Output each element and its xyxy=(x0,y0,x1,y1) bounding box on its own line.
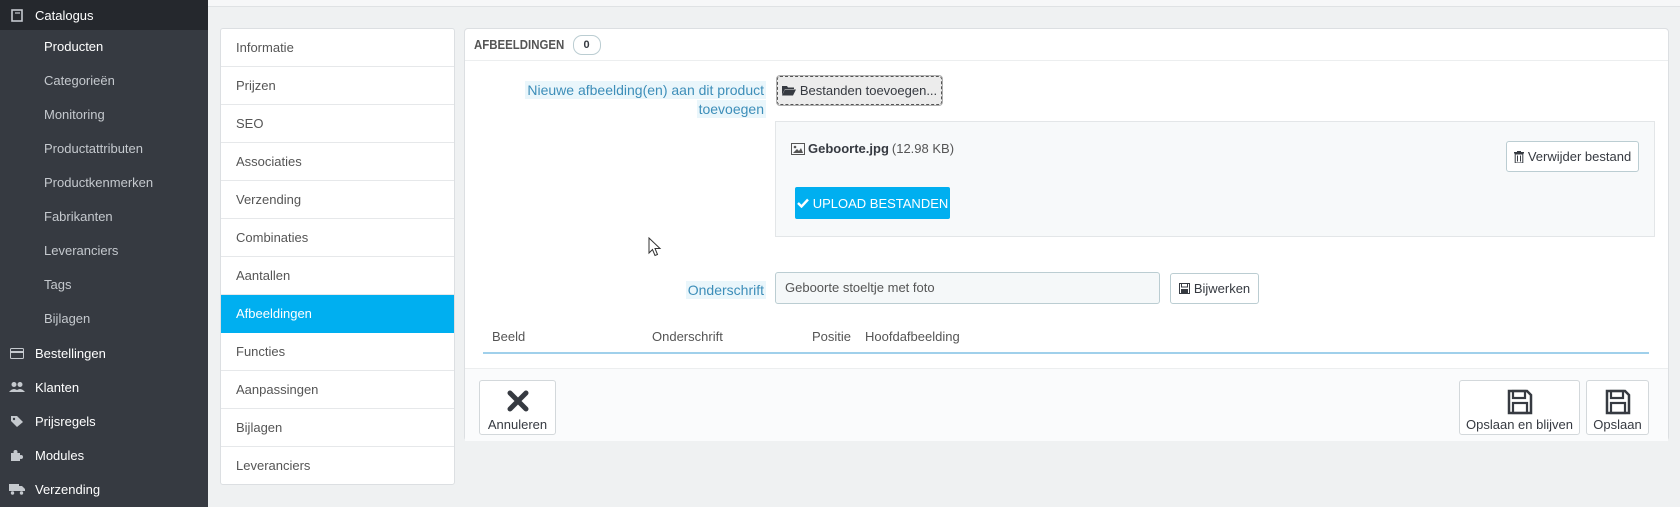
remove-file-label: Verwijder bestand xyxy=(1527,149,1632,164)
sidebar-sub-monitoring[interactable]: Monitoring xyxy=(0,98,208,132)
sidebar-item-prijsregels[interactable]: Prijsregels xyxy=(0,404,208,438)
column-header-hoofdafbeelding: Hoofdafbeelding xyxy=(865,329,960,344)
save-icon xyxy=(1460,389,1579,417)
sidebar-submenu: Producten Categorieën Monitoring Product… xyxy=(0,30,208,336)
users-icon xyxy=(8,379,26,395)
credit-card-icon xyxy=(8,345,26,361)
update-button[interactable]: Bijwerken xyxy=(1170,273,1259,304)
tab-leveranciers[interactable]: Leveranciers xyxy=(221,447,454,484)
tab-seo[interactable]: SEO xyxy=(221,105,454,143)
tab-prijzen[interactable]: Prijzen xyxy=(221,67,454,105)
save-icon xyxy=(1587,389,1648,417)
truck-icon xyxy=(8,481,26,497)
file-name: Geboorte.jpg xyxy=(808,141,889,156)
sidebar-sub-leveranciers[interactable]: Leveranciers xyxy=(0,234,208,268)
sidebar-item-modules[interactable]: Modules xyxy=(0,438,208,472)
tab-aanpassingen[interactable]: Aanpassingen xyxy=(221,371,454,409)
cancel-label: Annuleren xyxy=(487,417,548,432)
tab-afbeeldingen[interactable]: Afbeeldingen xyxy=(221,295,454,333)
file-size: (12.98 KB) xyxy=(891,141,955,156)
tab-aantallen[interactable]: Aantallen xyxy=(221,257,454,295)
tab-functies[interactable]: Functies xyxy=(221,333,454,371)
add-files-button[interactable]: Bestanden toevoegen... xyxy=(776,75,943,106)
panel-header: AFBEELDINGEN 0 xyxy=(465,29,1668,61)
column-header-onderschrift: Onderschrift xyxy=(652,329,723,344)
sidebar-item-label: Modules xyxy=(35,447,85,463)
selected-file-box xyxy=(775,121,1655,237)
sidebar-item-label: Bestellingen xyxy=(35,345,106,361)
image-count-badge: 0 xyxy=(572,34,601,55)
save-and-stay-button[interactable]: Opslaan en blijven xyxy=(1459,380,1580,435)
save-button[interactable]: Opslaan xyxy=(1586,380,1649,435)
sidebar: Catalogus Producten Categorieën Monitori… xyxy=(0,0,208,507)
tags-icon xyxy=(8,413,26,429)
sidebar-sub-bijlagen[interactable]: Bijlagen xyxy=(0,302,208,336)
sidebar-item-bestellingen[interactable]: Bestellingen xyxy=(0,336,208,370)
save-label: Opslaan xyxy=(1593,417,1642,432)
top-strip xyxy=(208,0,1680,7)
sidebar-item-label: Catalogus xyxy=(35,7,94,23)
panel-title: AFBEELDINGEN xyxy=(474,37,565,52)
sidebar-item-label: Verzending xyxy=(35,481,101,497)
sidebar-item-label: Klanten xyxy=(35,379,80,395)
sidebar-item-verzending[interactable]: Verzending xyxy=(0,472,208,506)
caption-label: Onderschrift xyxy=(620,281,766,300)
mouse-cursor-icon xyxy=(648,236,662,260)
tab-combinaties[interactable]: Combinaties xyxy=(221,219,454,257)
sidebar-item-label: Prijsregels xyxy=(35,413,96,429)
save-and-stay-label: Opslaan en blijven xyxy=(1466,417,1573,432)
tab-verzending[interactable]: Verzending xyxy=(221,181,454,219)
sidebar-sub-tags[interactable]: Tags xyxy=(0,268,208,302)
sidebar-sub-producten[interactable]: Producten xyxy=(0,30,208,64)
upload-files-button[interactable]: UPLOAD BESTANDEN xyxy=(795,187,950,219)
column-header-positie: Positie xyxy=(812,329,852,344)
sidebar-sub-productkenmerken[interactable]: Productkenmerken xyxy=(0,166,208,200)
update-label: Bijwerken xyxy=(1193,281,1251,296)
selected-file: Geboorte.jpg (12.98 KB) xyxy=(791,141,954,156)
image-file-icon xyxy=(791,142,805,155)
save-icon xyxy=(1178,283,1190,294)
check-icon xyxy=(796,198,809,208)
caption-input[interactable]: Geboorte stoeltje met foto xyxy=(775,272,1160,304)
new-image-label-line1: Nieuwe afbeelding(en) aan dit product xyxy=(525,81,766,99)
sidebar-sub-categorieen[interactable]: Categorieën xyxy=(0,64,208,98)
puzzle-icon xyxy=(8,447,26,463)
sidebar-sub-productattributen[interactable]: Productattributen xyxy=(0,132,208,166)
sidebar-item-klanten[interactable]: Klanten xyxy=(0,370,208,404)
new-image-label: Nieuwe afbeelding(en) aan dit product to… xyxy=(520,81,766,119)
remove-file-button[interactable]: Verwijder bestand xyxy=(1506,141,1639,172)
cancel-button[interactable]: Annuleren xyxy=(479,380,556,435)
new-image-label-line2: toevoegen xyxy=(696,100,766,118)
tab-informatie[interactable]: Informatie xyxy=(221,29,454,67)
product-tabs: Informatie Prijzen SEO Associaties Verze… xyxy=(220,28,455,485)
folder-open-icon xyxy=(781,85,796,96)
upload-files-label: UPLOAD BESTANDEN xyxy=(812,195,949,211)
close-icon xyxy=(480,389,555,417)
add-files-label: Bestanden toevoegen... xyxy=(799,83,938,98)
table-header-divider xyxy=(483,352,1649,354)
tab-associaties[interactable]: Associaties xyxy=(221,143,454,181)
tab-bijlagen[interactable]: Bijlagen xyxy=(221,409,454,447)
book-icon xyxy=(8,7,26,23)
caption-label-text: Onderschrift xyxy=(685,281,766,299)
trash-icon xyxy=(1513,150,1524,163)
column-header-beeld: Beeld xyxy=(492,329,526,344)
sidebar-item-catalogus[interactable]: Catalogus xyxy=(0,0,208,30)
sidebar-sub-fabrikanten[interactable]: Fabrikanten xyxy=(0,200,208,234)
